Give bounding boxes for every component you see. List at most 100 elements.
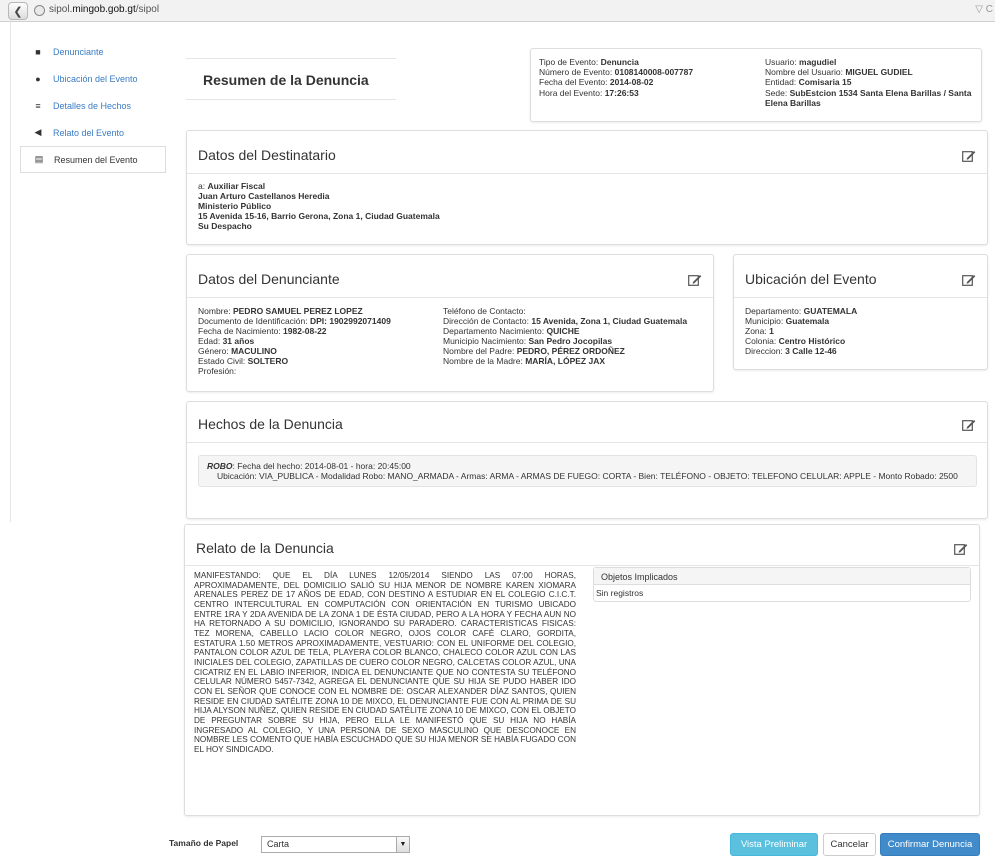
divider (185, 565, 979, 566)
panel-title: Relato de la Denuncia (196, 540, 334, 556)
sidebar-item-denunciante[interactable]: ■ Denunciante (20, 38, 166, 65)
ubicacion-body: Departamento: GUATEMALA Municipio: Guate… (745, 306, 977, 356)
page-divider (10, 22, 11, 522)
field-label: Nombre de la Madre: (443, 356, 526, 366)
complainant-birthdate: 1982-08-22 (283, 326, 327, 336)
meta-label: Entidad: (765, 77, 799, 88)
url-host: sipol. (49, 4, 73, 15)
field-label: Nombre: (198, 306, 233, 316)
complainant-father: PEDRO, PÉREZ ORDOÑEZ (516, 346, 625, 356)
meta-label: Número de Evento: (539, 67, 615, 78)
panel-title: Datos del Denunciante (198, 271, 340, 287)
complainant-address: 15 Avenida, Zona 1, Ciudad Guatemala (531, 316, 688, 326)
denunciante-left: Nombre: PEDRO SAMUEL PEREZ LOPEZ Documen… (198, 306, 438, 376)
divider (187, 297, 713, 298)
field-label: Género: (198, 346, 232, 356)
complainant-birth-municipality: San Pedro Jocopilas (528, 336, 613, 346)
field-label: Direccion: (745, 346, 786, 356)
complainant-gender: MACULINO (231, 346, 277, 356)
complainant-birth-department: QUICHE (546, 326, 580, 336)
paper-size-label: Tamaño de Papel (169, 838, 239, 848)
meta-label: Usuario: (765, 57, 800, 67)
event-meta-left: Tipo de Evento: Denuncia Número de Event… (539, 57, 749, 98)
sidebar-item-detalles[interactable]: ≡ Detalles de Hechos (20, 92, 166, 119)
bullhorn-icon: ◀ (34, 127, 42, 137)
edit-icon[interactable] (954, 542, 968, 555)
relato-panel: Relato de la Denuncia MANIFESTANDO: QUE … (184, 524, 980, 816)
field-label: Departamento: (745, 306, 804, 316)
event-time: 17:26:53 (604, 87, 639, 98)
cancel-button[interactable]: Cancelar (823, 833, 876, 856)
field-label: Teléfono de Contacto: (443, 306, 526, 316)
paper-size-value: Carta (267, 839, 290, 849)
field-label: Municipio Nacimiento: (443, 336, 529, 346)
relato-text: MANIFESTANDO: QUE EL DÍA LUNES 12/05/201… (194, 571, 576, 754)
hechos-panel: Hechos de la Denuncia ROBO: Fecha del he… (186, 401, 988, 519)
objetos-table: Objetos Implicados Sin registros (593, 567, 971, 602)
event-address: 3 Calle 12-46 (785, 346, 837, 356)
edit-icon[interactable] (962, 149, 976, 162)
list-icon: ≡ (35, 100, 41, 111)
event-meta-panel: Tipo de Evento: Denuncia Número de Event… (530, 48, 982, 122)
back-arrow-icon[interactable]: ❮ (8, 2, 28, 20)
divider (187, 442, 987, 443)
complainant-id: DPI: 1902992071409 (309, 316, 391, 326)
confirm-button[interactable]: Confirmar Denuncia (880, 833, 980, 856)
hecho-type: ROBO (207, 461, 233, 471)
field-label: Municipio: (745, 316, 786, 326)
field-label: Estado Civil: (198, 356, 248, 366)
recipient-name: Juan Arturo Castellanos Heredia (198, 191, 330, 201)
paper-size-select[interactable]: Carta ▼ (261, 836, 410, 853)
user-entity: Comisaria 15 (798, 77, 852, 88)
sidebar-nav: ■ Denunciante ● Ubicación del Evento ≡ D… (20, 38, 166, 173)
event-colonia: Centro Histórico (778, 336, 846, 346)
field-label: Profesión: (198, 366, 237, 376)
edit-icon[interactable] (962, 273, 976, 286)
recipient-closing: Su Despacho (198, 221, 252, 231)
complainant-name: PEDRO SAMUEL PEREZ LOPEZ (232, 306, 363, 316)
page-title-box: Resumen de la Denuncia (186, 58, 396, 100)
sidebar-item-label: Denunciante (53, 46, 104, 57)
print-icon: ▤ (34, 154, 44, 164)
recipient-address: 15 Avenida 15-16, Barrio Gerona, Zona 1,… (198, 211, 440, 221)
field-label: Departamento Nacimiento: (443, 326, 547, 336)
divider (734, 297, 987, 298)
sidebar-item-ubicacion[interactable]: ● Ubicación del Evento (20, 65, 166, 92)
hecho-item: ROBO: Fecha del hecho: 2014-08-01 - hora… (198, 455, 977, 488)
event-date: 2014-08-02 (609, 77, 654, 88)
meta-label: Nombre del Usuario: (765, 67, 846, 78)
panel-title: Datos del Destinatario (198, 147, 336, 163)
sidebar-item-label: Detalles de Hechos (53, 100, 132, 111)
complainant-civil-status: SOLTERO (247, 356, 289, 366)
objetos-empty-row: Sin registros (596, 588, 644, 598)
recipient-role: Auxiliar Fiscal (207, 181, 266, 191)
page-title: Resumen de la Denuncia (203, 72, 369, 88)
edit-icon[interactable] (962, 418, 976, 431)
event-number: 0108140008-007787 (614, 67, 694, 78)
sidebar-item-relato[interactable]: ◀ Relato del Evento (20, 119, 166, 146)
field-label: Dirección de Contacto: (443, 316, 532, 326)
complainant-age: 31 años (222, 336, 255, 346)
meta-label: Tipo de Evento: (539, 57, 601, 67)
reload-icon[interactable]: ▽ C (975, 4, 993, 15)
sidebar-item-label: Ubicación del Evento (53, 73, 138, 84)
sidebar-item-resumen[interactable]: ▤ Resumen del Evento (20, 146, 166, 173)
panel-title: Hechos de la Denuncia (198, 416, 343, 432)
event-municipality: Guatemala (785, 316, 830, 326)
meta-label: Fecha del Evento: (539, 77, 610, 88)
user-sede: SubEstcion 1534 Santa Elena Barillas / S… (765, 87, 972, 108)
denunciante-panel: Datos del Denunciante Nombre: PEDRO SAMU… (186, 254, 714, 392)
objetos-header: Objetos Implicados (594, 568, 970, 585)
globe-icon (34, 5, 45, 16)
url-path: /sipol (135, 4, 160, 15)
map-marker-icon: ● (35, 73, 41, 84)
hecho-details: Ubicación: VIA_PUBLICA - Modalidad Robo:… (217, 471, 958, 482)
meta-label: Sede: (765, 87, 790, 98)
chevron-down-icon[interactable]: ▼ (396, 837, 409, 852)
preview-button[interactable]: Vista Preliminar (730, 833, 818, 856)
address-bar[interactable]: sipol.mingob.gob.gt/sipol (49, 4, 159, 15)
edit-icon[interactable] (688, 273, 702, 286)
recipient-institution: Ministerio Público (198, 201, 272, 211)
user-login: magudiel (799, 57, 837, 67)
field-label: Edad: (198, 336, 223, 346)
